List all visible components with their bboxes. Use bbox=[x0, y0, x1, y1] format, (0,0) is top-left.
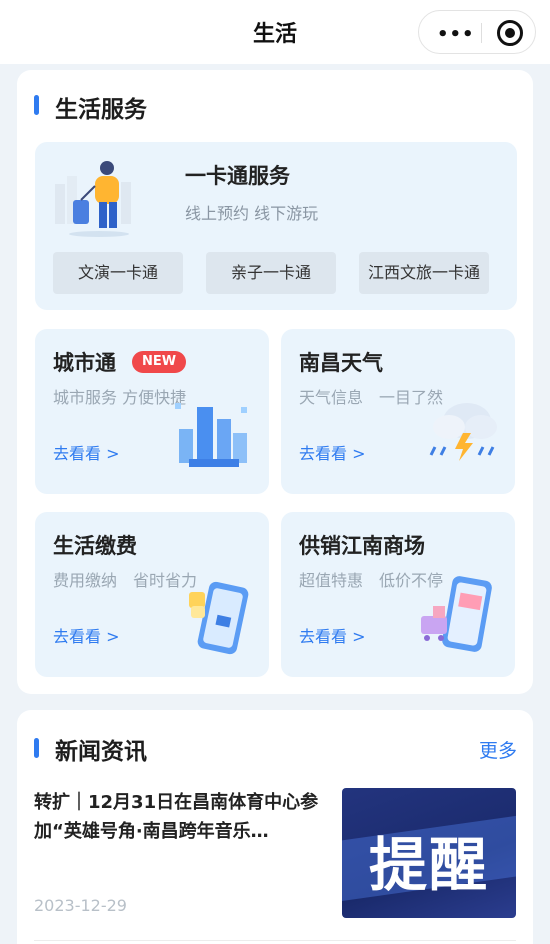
tile-subtitle: 费用缴纳 省时省力 bbox=[53, 571, 198, 590]
life-services-card: 生活服务 一卡通服务 线上预约 线下游玩 文演一卡通 亲子一卡通 江西文旅一卡通… bbox=[17, 70, 533, 694]
utility-payment-tile[interactable]: 生活缴费 费用缴纳 省时省力 去看看 > bbox=[35, 512, 269, 677]
tile-title: 城市通 bbox=[53, 351, 116, 375]
mini-program-capsule: ••• bbox=[418, 10, 536, 54]
news-divider bbox=[34, 940, 516, 941]
wenyan-card-button[interactable]: 文演一卡通 bbox=[53, 252, 183, 294]
section-title: 生活服务 bbox=[55, 97, 147, 123]
news-card: 新闻资讯 更多 转扩｜12月31日在昌南体育中心参加“英雄号角·南昌跨年音乐… … bbox=[17, 710, 533, 944]
tile-link[interactable]: 去看看 > bbox=[299, 623, 366, 647]
more-dots-icon[interactable]: ••• bbox=[437, 24, 475, 45]
target-icon[interactable] bbox=[497, 20, 523, 46]
city-pass-tile[interactable]: 城市通 NEW 城市服务 方便快捷 去看看 > bbox=[35, 329, 269, 494]
section-title: 新闻资讯 bbox=[55, 739, 147, 765]
family-card-button[interactable]: 亲子一卡通 bbox=[206, 252, 336, 294]
yikatong-title: 一卡通服务 bbox=[185, 164, 290, 188]
thumbnail-text: 提醒 bbox=[368, 831, 489, 899]
news-headline[interactable]: 转扩｜12月31日在昌南体育中心参加“英雄号角·南昌跨年音乐… bbox=[34, 788, 324, 846]
nanchang-weather-tile[interactable]: 南昌天气 天气信息 一目了然 去看看 > bbox=[281, 329, 515, 494]
news-more-link[interactable]: 更多 bbox=[479, 736, 517, 763]
shopping-phone-icon bbox=[421, 576, 492, 652]
jiangxi-tourism-card-button[interactable]: 江西文旅一卡通 bbox=[359, 252, 489, 294]
tile-link[interactable]: 去看看 > bbox=[53, 623, 120, 647]
tile-title: 南昌天气 bbox=[299, 351, 383, 375]
thunderstorm-icon bbox=[429, 403, 497, 461]
section-accent-bar bbox=[34, 738, 39, 758]
yikatong-card[interactable]: 一卡通服务 线上预约 线下游玩 文演一卡通 亲子一卡通 江西文旅一卡通 bbox=[35, 142, 517, 310]
tile-subtitle: 天气信息 一目了然 bbox=[299, 388, 444, 407]
tile-title: 供销江南商场 bbox=[299, 534, 425, 558]
new-badge: NEW bbox=[132, 351, 187, 373]
top-bar: 生活 ••• bbox=[0, 0, 550, 64]
tile-link[interactable]: 去看看 > bbox=[299, 440, 366, 464]
news-date: 2023-12-29 bbox=[34, 896, 127, 915]
news-thumbnail[interactable]: 提醒 bbox=[342, 788, 516, 918]
city-buildings-icon bbox=[175, 403, 247, 467]
section-accent-bar bbox=[34, 95, 39, 115]
gongxiao-jiangnan-mall-tile[interactable]: 供销江南商场 超值特惠 低价不停 去看看 > bbox=[281, 512, 515, 677]
traveler-icon bbox=[55, 161, 131, 237]
tile-link[interactable]: 去看看 > bbox=[53, 440, 120, 464]
yikatong-subtitle: 线上预约 线下游玩 bbox=[185, 204, 319, 223]
tile-subtitle: 城市服务 方便快捷 bbox=[53, 388, 187, 407]
tile-title: 生活缴费 bbox=[53, 534, 137, 558]
capsule-divider bbox=[481, 23, 482, 43]
phone-payment-icon bbox=[189, 581, 249, 655]
